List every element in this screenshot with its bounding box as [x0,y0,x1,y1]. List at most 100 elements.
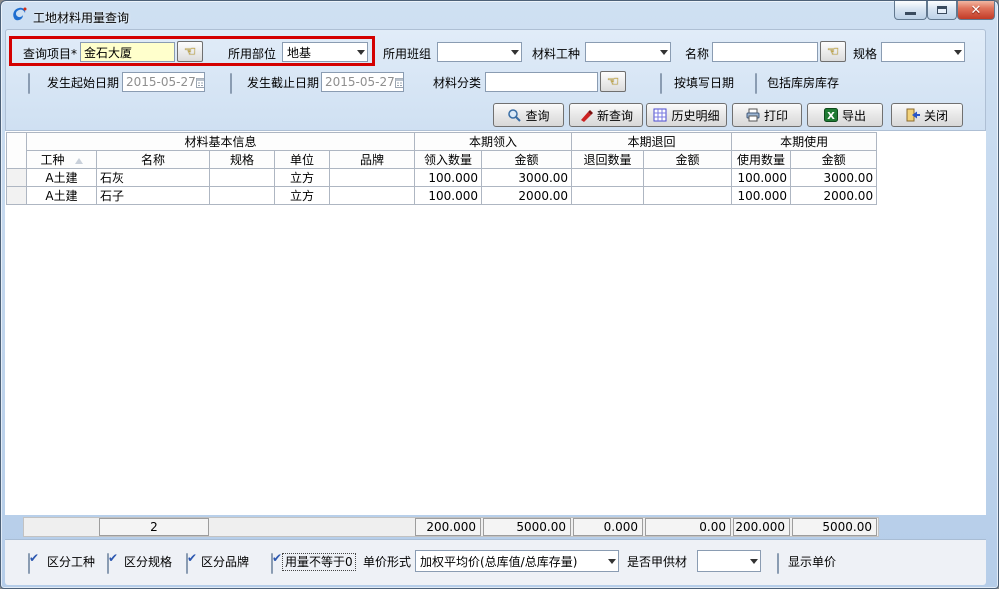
export-button[interactable]: X 导出 [807,103,883,127]
column-header-name[interactable]: 名称 [97,151,210,169]
cell-unit: 立方 [275,169,330,187]
cell-recv-qty: 100.000 [415,169,482,187]
query-button[interactable]: 查询 [493,103,564,127]
chevron-down-icon [750,559,758,564]
show-unit-price-checkbox[interactable] [777,553,779,574]
app-logo-icon [11,6,28,23]
start-date-input[interactable]: 2015-05-27 [122,72,205,92]
team-select[interactable] [437,42,522,62]
by-fill-date-checkbox[interactable] [660,73,662,94]
print-button[interactable]: 打印 [732,103,802,127]
end-date-input[interactable]: 2015-05-27 [321,72,404,92]
new-query-button[interactable]: 新查询 [569,103,643,127]
calendar-icon [196,77,205,88]
close-button[interactable]: ✕ [957,1,995,20]
start-date-checkbox[interactable] [28,73,30,94]
cell-ret-qty [572,169,644,187]
chevron-down-icon [357,50,365,55]
column-header-brand[interactable]: 品牌 [330,151,415,169]
distinguish-trade-checkbox[interactable] [28,553,30,574]
cell-use-qty: 100.000 [732,169,791,187]
summary-used-amount: 5000.00 [792,518,877,536]
pointing-hand-icon: ☜ [184,44,197,60]
column-header-unit[interactable]: 单位 [275,151,330,169]
printer-icon [746,108,760,122]
chevron-down-icon [608,559,616,564]
row-indicator-header [7,133,27,169]
cell-unit: 立方 [275,187,330,205]
usage-nonzero-label: 用量不等于0 [283,554,355,570]
end-date-checkbox[interactable] [230,73,232,94]
team-label: 所用班组 [383,47,431,61]
usage-nonzero-checkbox[interactable] [271,553,273,574]
cell-brand [330,187,415,205]
column-header-use-qty[interactable]: 使用数量 [732,151,791,169]
spec-label: 规格 [853,47,877,61]
material-trade-select[interactable] [585,42,671,62]
cell-spec [210,169,275,187]
end-date-label: 发生截止日期 [247,76,319,90]
summary-returned-qty: 0.000 [573,518,643,536]
name-input[interactable] [712,42,818,62]
column-header-ret-qty[interactable]: 退回数量 [572,151,644,169]
group-header-row: 材料基本信息 本期领入 本期退回 本期使用 [7,133,877,151]
cell-recv-qty: 100.000 [415,187,482,205]
minimize-button[interactable] [894,1,927,20]
group-header-basic-info: 材料基本信息 [27,133,415,151]
column-header-ret-amt[interactable]: 金额 [644,151,732,169]
calendar-icon [395,77,404,88]
results-table[interactable]: 材料基本信息 本期领入 本期退回 本期使用 工种 名称 规格 单位 品牌 领入数… [6,132,877,205]
part-label: 所用部位 [228,47,276,61]
project-picker-button[interactable]: ☜ [177,41,203,62]
distinguish-brand-checkbox[interactable] [186,553,188,574]
brush-icon [579,108,593,122]
group-header-received: 本期领入 [415,133,572,151]
owner-supplied-select[interactable] [697,550,761,572]
cell-use-amt: 2000.00 [791,187,877,205]
distinguish-brand-label: 区分品牌 [201,555,249,569]
group-header-used: 本期使用 [732,133,877,151]
project-input[interactable]: 金石大厦 [80,42,175,62]
pointing-hand-icon: ☜ [607,74,620,90]
chevron-down-icon [954,50,962,55]
cell-name: 石子 [97,187,210,205]
svg-text:X: X [827,111,835,122]
price-mode-label: 单价形式 [363,555,411,569]
pointing-hand-icon: ☜ [827,44,840,60]
row-indicator [7,169,27,187]
cell-use-amt: 3000.00 [791,169,877,187]
app-window: 工地材料用量查询 ✕ 查询项目* 金石大厦 ☜ 所用部位 地基 所用班组 材料工… [0,0,999,589]
titlebar[interactable]: 工地材料用量查询 ✕ [1,1,999,29]
price-mode-select[interactable]: 加权平均价(总库值/总库存量) [415,550,619,572]
close-dialog-button[interactable]: 关闭 [891,103,963,127]
column-header-trade[interactable]: 工种 [27,151,97,169]
show-unit-price-label: 显示单价 [788,555,836,569]
restore-icon [937,6,947,14]
spec-select[interactable] [881,42,965,62]
start-date-label: 发生起始日期 [47,76,119,90]
cell-trade: A土建 [27,187,97,205]
minimize-icon [905,12,916,15]
cell-use-qty: 100.000 [732,187,791,205]
column-header-recv-amt[interactable]: 金额 [482,151,572,169]
exit-door-icon [906,108,920,122]
column-header-row[interactable]: 工种 名称 规格 单位 品牌 领入数量 金额 退回数量 金额 使用数量 金额 [7,151,877,169]
table-row[interactable]: A土建 石灰 立方 100.000 3000.00 100.000 3000.0… [7,169,877,187]
distinguish-trade-label: 区分工种 [47,555,95,569]
table-row[interactable]: A土建 石子 立方 100.000 2000.00 100.000 2000.0… [7,187,877,205]
column-header-recv-qty[interactable]: 领入数量 [415,151,482,169]
history-detail-button[interactable]: 历史明细 [646,103,727,127]
chevron-down-icon [511,50,519,55]
category-picker-button[interactable]: ☜ [600,71,626,92]
column-header-spec[interactable]: 规格 [210,151,275,169]
column-header-use-amt[interactable]: 金额 [791,151,877,169]
group-header-returned: 本期退回 [572,133,732,151]
grid-table-icon [653,108,667,122]
name-picker-button[interactable]: ☜ [820,41,846,62]
maximize-button[interactable] [927,1,957,20]
category-input[interactable] [485,72,598,92]
part-select[interactable]: 地基 [282,42,368,62]
window-title: 工地材料用量查询 [33,9,129,26]
include-stock-checkbox[interactable] [755,73,757,94]
distinguish-spec-checkbox[interactable] [107,553,109,574]
